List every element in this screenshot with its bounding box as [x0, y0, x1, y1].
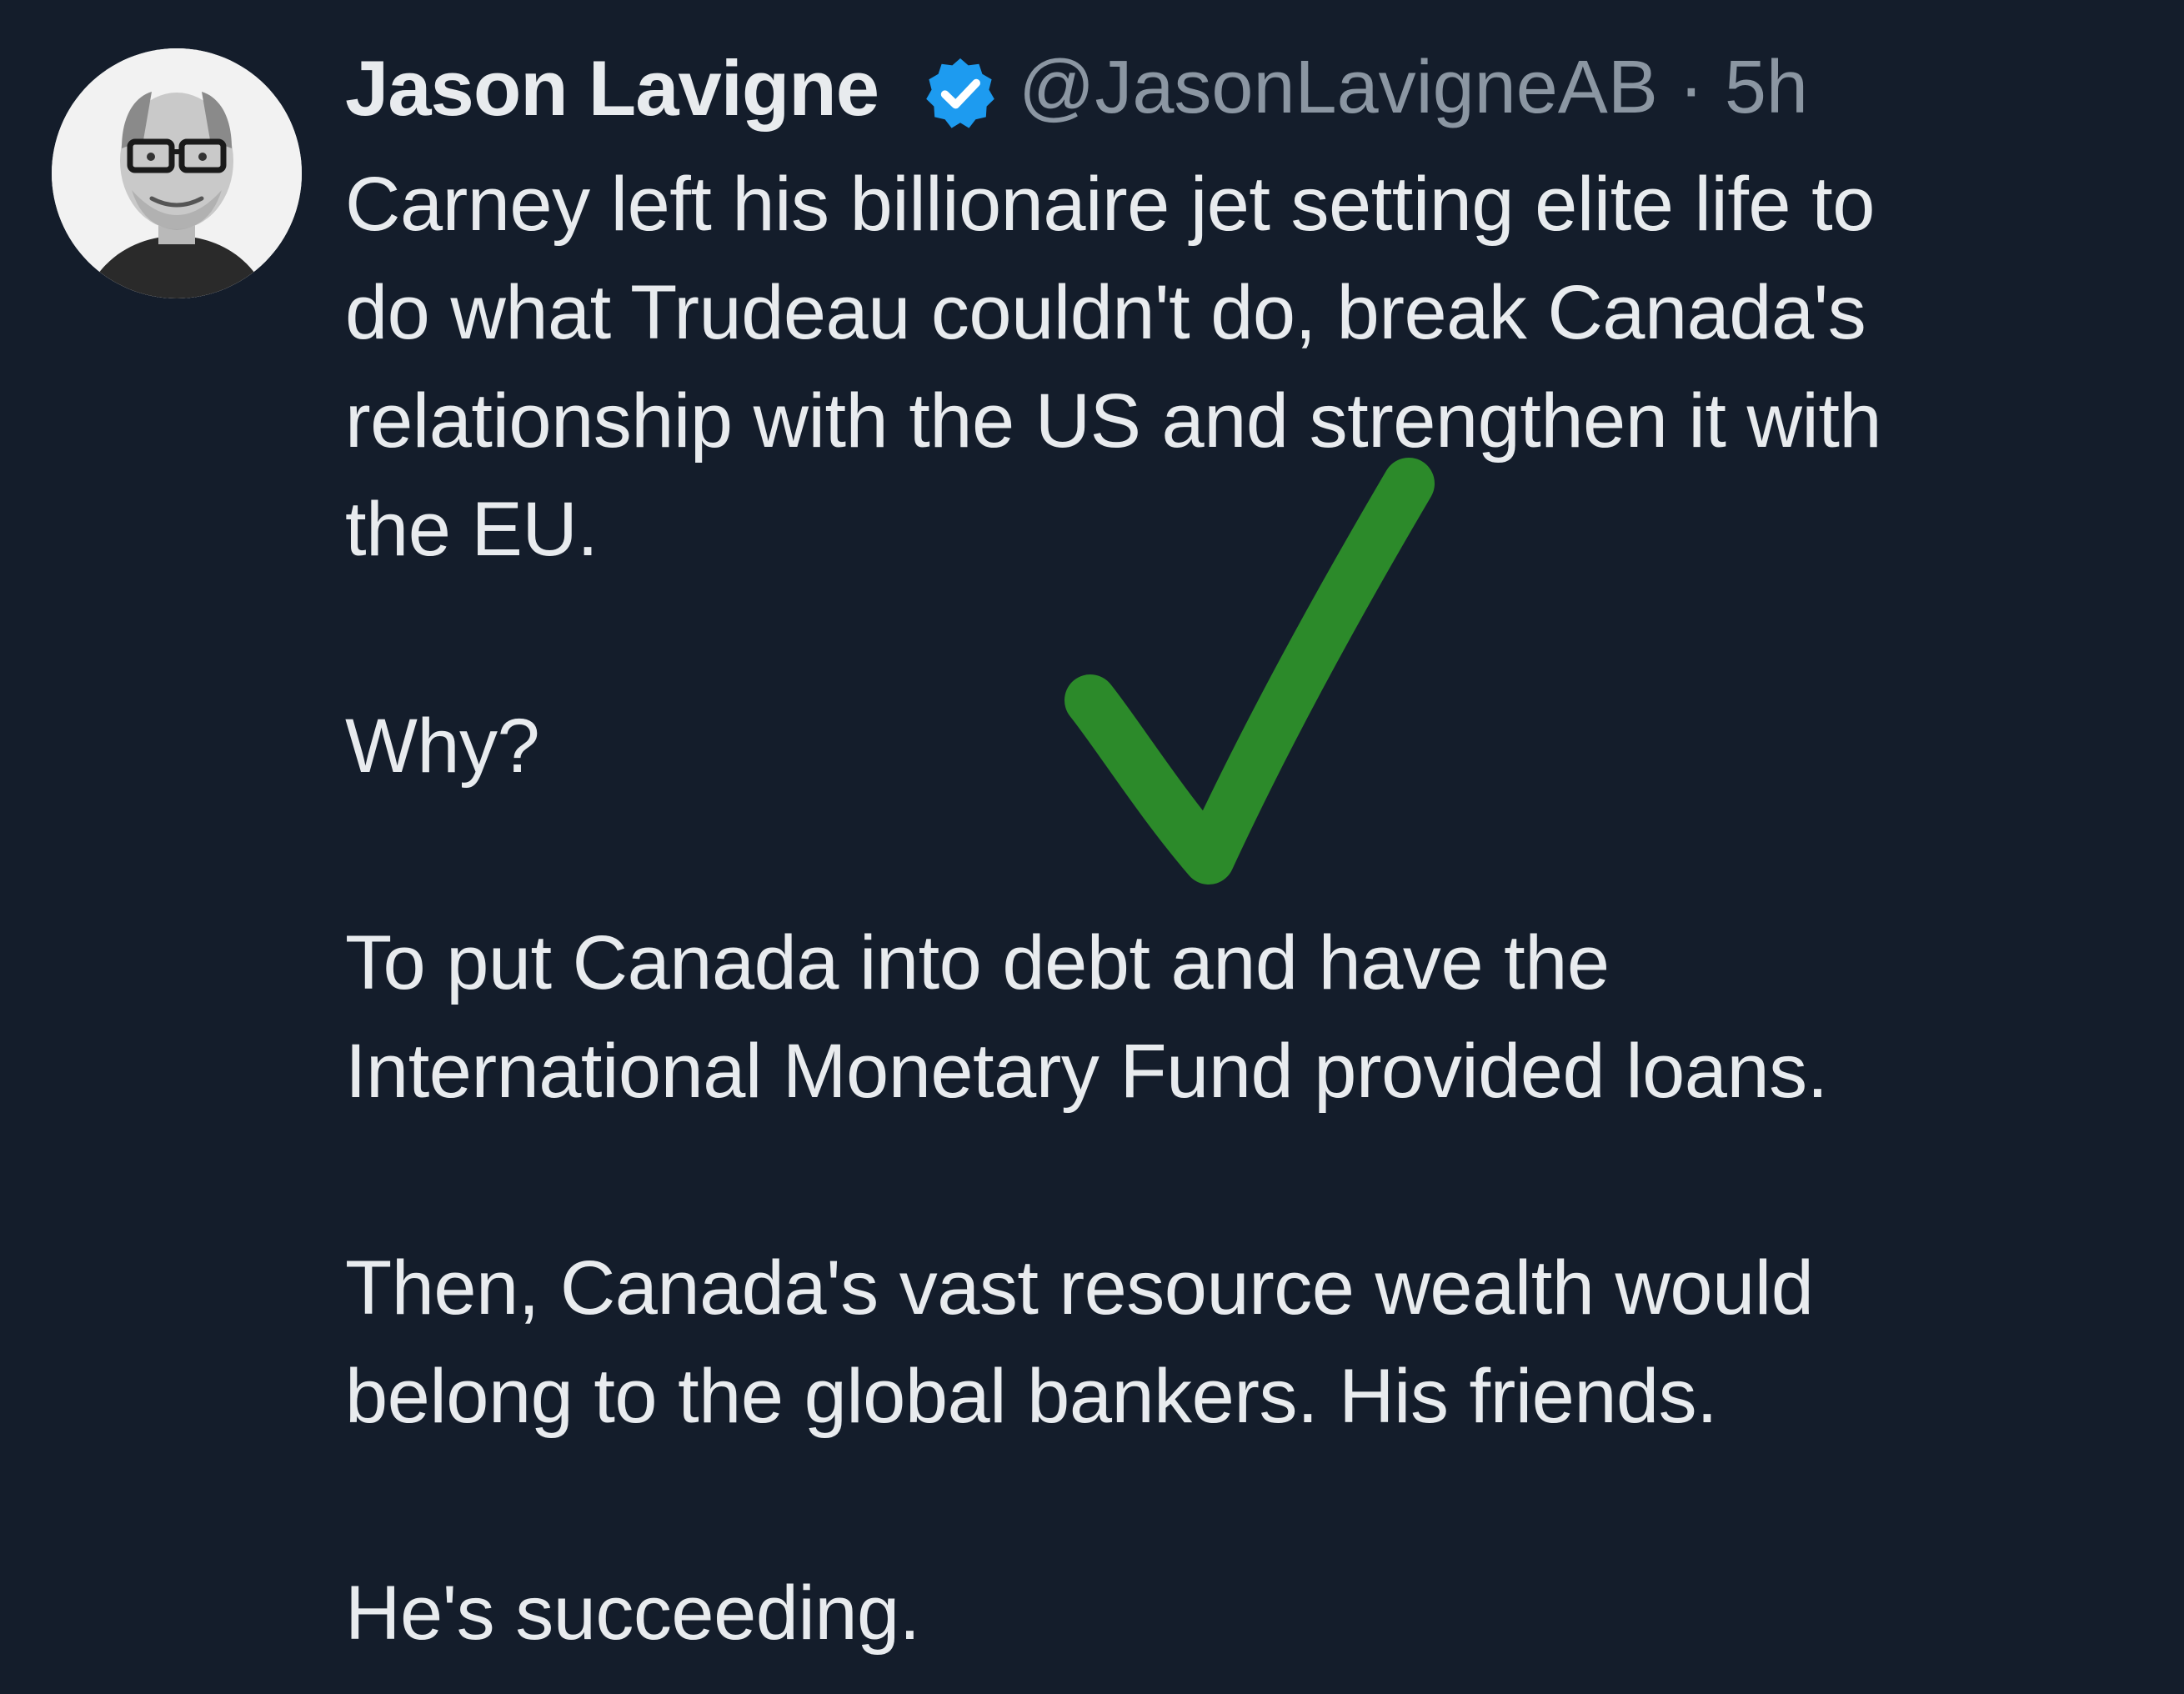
- tweet-text: Carney left his billionaire jet setting …: [345, 150, 2146, 1667]
- tweet-paragraph: To put Canada into debt and have the Int…: [345, 920, 1828, 1114]
- author-display-name[interactable]: Jason Lavigne: [345, 43, 879, 133]
- tweet-paragraph: He's succeeding.: [345, 1571, 920, 1656]
- tweet-paragraph: Then, Canada's vast resource wealth woul…: [345, 1245, 1814, 1439]
- handle-and-time: @JasonLavigneAB · 5h: [1019, 45, 1808, 131]
- tweet-paragraph: Carney left his billionaire jet setting …: [345, 162, 1882, 572]
- header-separator: ·: [1678, 46, 1704, 129]
- verified-badge-icon: [926, 58, 994, 128]
- tweet-paragraph: Why?: [345, 704, 540, 789]
- tweet-header: Jason Lavigne @JasonLavigneAB · 5h: [345, 33, 2184, 142]
- tweet-card: Jason Lavigne @JasonLavigneAB · 5h Carne…: [0, 0, 2184, 1694]
- avatar-photo: [52, 48, 302, 298]
- author-handle[interactable]: @JasonLavigneAB: [1019, 46, 1658, 129]
- avatar[interactable]: [52, 48, 302, 298]
- timestamp[interactable]: 5h: [1725, 46, 1808, 129]
